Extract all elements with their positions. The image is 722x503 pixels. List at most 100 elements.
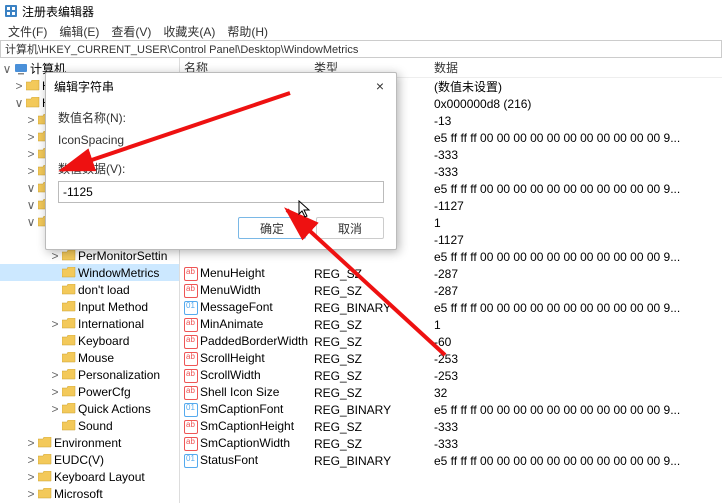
tree-item[interactable]: Input Method (0, 298, 179, 315)
tree-item[interactable]: >Personalization (0, 366, 179, 383)
tree-twisty-icon[interactable]: > (50, 317, 60, 331)
cell-type: REG_SZ (310, 437, 430, 451)
tree-twisty-icon[interactable]: > (14, 79, 24, 93)
tree-twisty-icon[interactable]: ∨ (14, 96, 24, 110)
tree-twisty-icon[interactable]: > (26, 147, 36, 161)
cell-data: 0x000000d8 (216) (430, 97, 722, 111)
tree-twisty-icon[interactable]: > (50, 402, 60, 416)
cell-name (180, 249, 310, 264)
tree-item[interactable]: > PowerCfg (0, 383, 179, 400)
col-data[interactable]: 数据 (430, 59, 722, 76)
tree-twisty-icon[interactable]: > (50, 249, 60, 263)
cancel-button[interactable]: 取消 (316, 217, 384, 239)
list-row[interactable]: MenuWidthREG_SZ-287 (180, 282, 722, 299)
address-bar[interactable]: 计算机\HKEY_CURRENT_USER\Control Panel\Desk… (0, 40, 722, 58)
title-bar: 注册表编辑器 (0, 0, 722, 22)
tree-twisty-icon[interactable]: > (26, 164, 36, 178)
tree-item[interactable]: > Keyboard Layout (0, 468, 179, 485)
tree-item-label: Sound (78, 419, 113, 433)
tree-item[interactable]: WindowMetrics (0, 264, 179, 281)
string-value-icon (184, 437, 198, 451)
list-row[interactable]: StatusFontREG_BINARYe5 ff ff ff 00 00 00… (180, 452, 722, 469)
cell-data: 1 (430, 216, 722, 230)
tree-item-label: Microsoft (54, 487, 103, 501)
menu-bar: 文件(F) 编辑(E) 查看(V) 收藏夹(A) 帮助(H) (0, 22, 722, 40)
menu-file[interactable]: 文件(F) (2, 23, 53, 40)
menu-view[interactable]: 查看(V) (105, 23, 157, 40)
cell-type: REG_BINARY (310, 301, 430, 315)
menu-edit[interactable]: 编辑(E) (53, 23, 105, 40)
tree-item[interactable]: > Environment (0, 434, 179, 451)
menu-help[interactable]: 帮助(H) (221, 23, 274, 40)
binary-value-icon (184, 403, 198, 417)
value-name-label: 数值名称(N): (58, 109, 384, 126)
cell-type: REG_BINARY (310, 454, 430, 468)
cell-data: e5 ff ff ff 00 00 00 00 00 00 00 00 00 0… (430, 301, 722, 315)
cell-data: -333 (430, 437, 722, 451)
tree-item-label: Keyboard Layout (54, 470, 145, 484)
value-data-input[interactable] (58, 181, 384, 203)
list-row[interactable]: SmCaptionWidthREG_SZ-333 (180, 435, 722, 452)
tree-item-label: PowerCfg (78, 385, 131, 399)
dialog-close-button[interactable]: × (372, 78, 388, 94)
tree-twisty-icon[interactable]: ∨ (26, 215, 36, 229)
cell-name: MenuWidth (180, 283, 310, 298)
string-value-icon (184, 335, 198, 349)
tree-twisty-icon[interactable]: ∨ (2, 62, 12, 76)
cell-data: -253 (430, 352, 722, 366)
tree-twisty-icon[interactable]: > (26, 487, 36, 501)
app-icon (4, 4, 18, 18)
cell-type: REG_SZ (310, 369, 430, 383)
cell-name: SmCaptionHeight (180, 419, 310, 434)
tree-item[interactable]: > Microsoft (0, 485, 179, 502)
cell-data: e5 ff ff ff 00 00 00 00 00 00 00 00 00 0… (430, 182, 722, 196)
cell-name: ScrollWidth (180, 368, 310, 383)
list-row[interactable]: e5 ff ff ff 00 00 00 00 00 00 00 00 00 0… (180, 248, 722, 265)
list-row[interactable]: SmCaptionFontREG_BINARYe5 ff ff ff 00 00… (180, 401, 722, 418)
cell-name: Shell Icon Size (180, 385, 310, 400)
cell-data: -253 (430, 369, 722, 383)
cell-data: -60 (430, 335, 722, 349)
string-value-icon (184, 267, 198, 281)
list-row[interactable]: Shell Icon SizeREG_SZ32 (180, 384, 722, 401)
cell-data: e5 ff ff ff 00 00 00 00 00 00 00 00 00 0… (430, 250, 722, 264)
tree-twisty-icon[interactable]: > (26, 453, 36, 467)
tree-item[interactable]: Mouse (0, 349, 179, 366)
ok-button[interactable]: 确定 (238, 217, 306, 239)
folder-icon (62, 267, 76, 278)
tree-item[interactable]: Keyboard (0, 332, 179, 349)
string-value-icon (184, 369, 198, 383)
list-row[interactable]: MenuHeightREG_SZ-287 (180, 265, 722, 282)
tree-item-label: Environment (54, 436, 121, 450)
list-row[interactable]: ScrollWidthREG_SZ-253 (180, 367, 722, 384)
tree-twisty-icon[interactable]: > (26, 113, 36, 127)
binary-value-icon (184, 454, 198, 468)
tree-twisty-icon[interactable]: ∨ (26, 181, 36, 195)
cell-data: -333 (430, 148, 722, 162)
string-value-icon (184, 284, 198, 298)
tree-item[interactable]: > Quick Actions (0, 400, 179, 417)
tree-twisty-icon[interactable]: > (26, 436, 36, 450)
folder-icon (26, 80, 40, 91)
list-row[interactable]: MinAnimateREG_SZ1 (180, 316, 722, 333)
tree-item[interactable]: >EUDC(V) (0, 451, 179, 468)
dialog-title-text: 编辑字符串 (54, 78, 114, 95)
list-row[interactable]: SmCaptionHeightREG_SZ-333 (180, 418, 722, 435)
list-row[interactable]: PaddedBorderWidthREG_SZ-60 (180, 333, 722, 350)
tree-twisty-icon[interactable]: > (50, 368, 60, 382)
tree-twisty-icon[interactable]: > (26, 130, 36, 144)
tree-twisty-icon[interactable]: ∨ (26, 198, 36, 212)
tree-item[interactable]: don't load (0, 281, 179, 298)
list-row[interactable]: MessageFontREG_BINARYe5 ff ff ff 00 00 0… (180, 299, 722, 316)
tree-item[interactable]: >International (0, 315, 179, 332)
tree-twisty-icon[interactable]: > (50, 385, 60, 399)
cell-type: REG_BINARY (310, 403, 430, 417)
tree-item-label: Quick Actions (78, 402, 151, 416)
cell-name: SmCaptionWidth (180, 436, 310, 451)
folder-icon (62, 386, 76, 397)
list-row[interactable]: ScrollHeightREG_SZ-253 (180, 350, 722, 367)
tree-twisty-icon[interactable]: > (26, 470, 36, 484)
tree-item[interactable]: Sound (0, 417, 179, 434)
folder-icon (38, 488, 52, 499)
menu-favorites[interactable]: 收藏夹(A) (157, 23, 221, 40)
